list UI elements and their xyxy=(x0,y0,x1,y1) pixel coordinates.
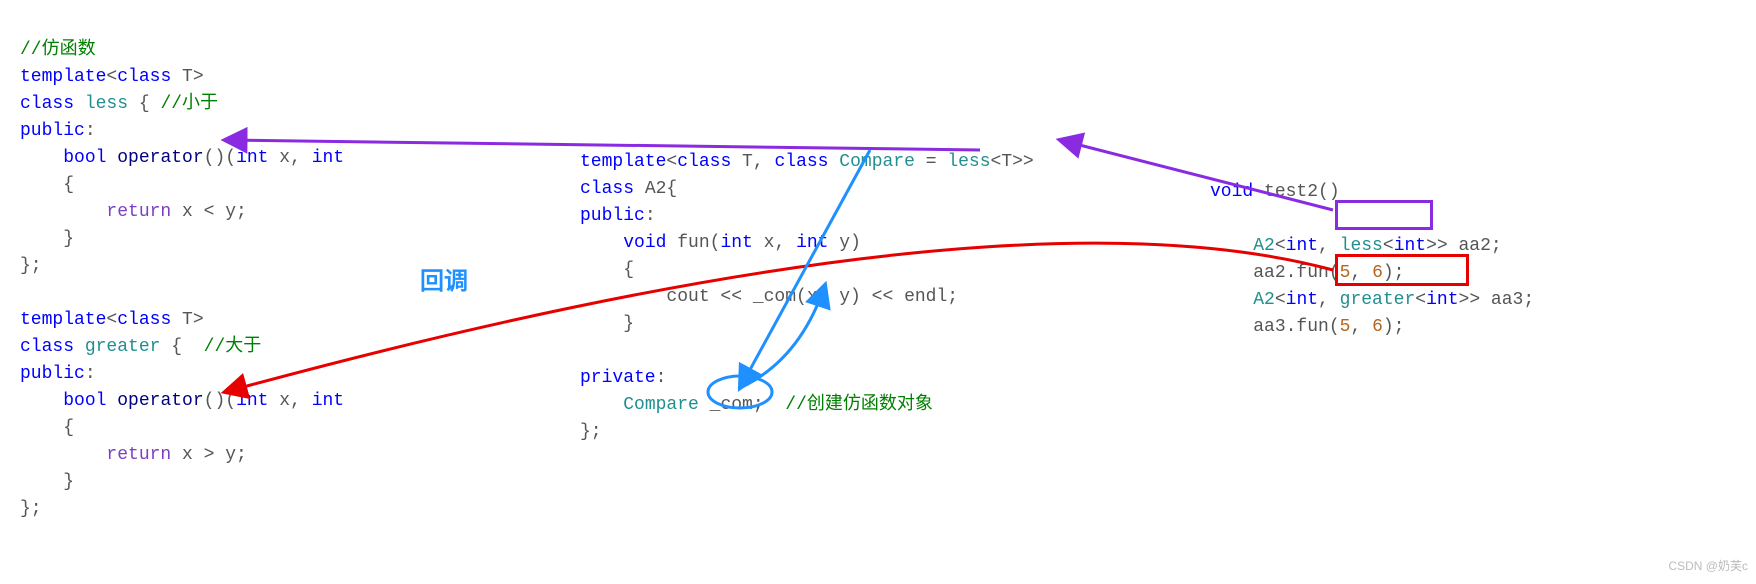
greater-name: greater xyxy=(85,337,161,357)
less-name: less xyxy=(85,94,128,114)
kw-public: public xyxy=(20,121,85,141)
kw-private: private xyxy=(580,368,656,388)
box-greater-int xyxy=(1335,254,1469,286)
right-code-block: void test2() A2<int, less<int>> aa2; aa2… xyxy=(1210,152,1534,341)
left-code-block: //仿函数 template<class T> class less { //小… xyxy=(20,10,344,523)
kw-void: void xyxy=(623,233,666,253)
void-test: void xyxy=(1210,182,1253,202)
watermark: CSDN @奶芙c xyxy=(1668,553,1748,580)
kw-template: template xyxy=(20,67,106,87)
kw-template2: template xyxy=(20,310,106,330)
com-call: _com xyxy=(753,287,796,307)
kw-class: class xyxy=(117,67,171,87)
box-less-int xyxy=(1335,200,1433,230)
middle-code-block: template<class T, class Compare = less<T… xyxy=(580,122,1034,446)
greater-usage: greater xyxy=(1340,290,1416,310)
com-member: _com xyxy=(699,395,753,415)
kw-class2: class xyxy=(20,94,74,114)
A2-type: A2 xyxy=(1253,236,1275,256)
compare-type: Compare xyxy=(623,395,699,415)
kw-bool: bool xyxy=(63,148,106,168)
less-usage: less xyxy=(1340,236,1383,256)
comment-functor: //仿函数 xyxy=(20,40,96,60)
kw-template-mid: template xyxy=(580,152,666,172)
less-default: less xyxy=(947,152,990,172)
callback-label: 回调 xyxy=(420,268,468,295)
kw-return: return xyxy=(106,202,171,222)
